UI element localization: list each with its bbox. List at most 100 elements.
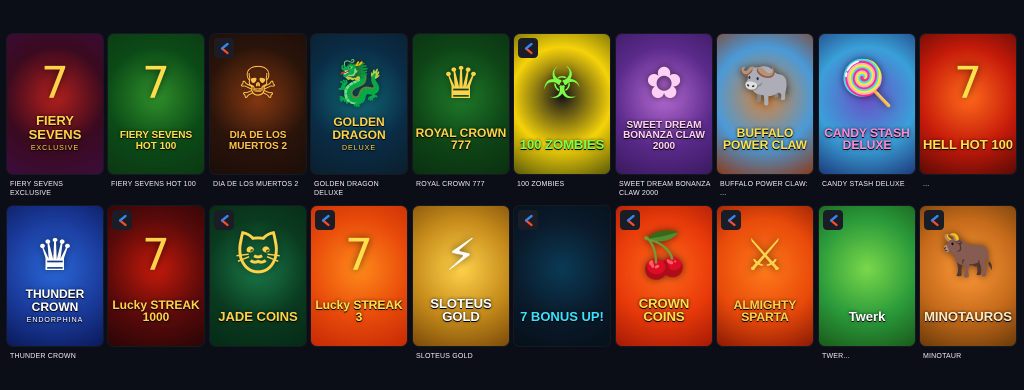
game-logo: THUNDER CROWN ENDORPHINA [9, 288, 101, 324]
game-art-icon: 🐃 [737, 58, 793, 109]
game-logo: MINOTAUROS [922, 310, 1014, 324]
game-art-icon: 7 [142, 230, 170, 281]
game-title[interactable]: FIERY SEVENS EXCLUSIVE [10, 180, 106, 198]
provider-logo-icon [823, 210, 843, 230]
game-title[interactable]: CANDY STASH DELUXE [822, 180, 918, 189]
game-logo: FIERY SEVENS EXCLUSIVE [9, 114, 101, 152]
provider-logo-icon [518, 38, 538, 58]
game-logo-subtitle: EXCLUSIVE [30, 144, 80, 152]
game-logo-text: 7 BONUS UP! [520, 309, 604, 325]
game-art-icon: 🍒 [636, 230, 692, 281]
game-tile[interactable]: 🍒 CROWN COINS [616, 206, 712, 346]
provider-logo-icon [620, 210, 640, 230]
game-logo: BUFFALO POWER CLAW [719, 127, 811, 152]
game-logo-text: THUNDER CROWN [25, 287, 85, 315]
provider-logo-icon [315, 210, 335, 230]
game-logo-text: JADE COINS [218, 309, 298, 325]
game-logo-text: Twerk [848, 309, 886, 325]
game-tile[interactable]: 7 Lucky STREAK 3 [311, 206, 407, 346]
game-logo-text: DIA DE LOS MUERTOS 2 [228, 130, 288, 152]
game-logo: Twerk [821, 310, 913, 324]
game-art-icon: 🍭 [839, 58, 895, 109]
game-logo-text: ALMIGHTY SPARTA [733, 297, 797, 325]
game-title[interactable]: GOLDEN DRAGON DELUXE [314, 180, 410, 198]
game-logo: Lucky STREAK 3 [313, 299, 405, 324]
game-tile[interactable]: ♛ THUNDER CROWN ENDORPHINA [7, 206, 103, 346]
game-logo: JADE COINS [212, 310, 304, 324]
game-tile[interactable]: 7 FIERY SEVENS HOT 100 [108, 34, 204, 174]
game-logo-text: 100 ZOMBIES [519, 137, 605, 153]
game-logo: 7 BONUS UP! [516, 310, 608, 324]
provider-logo-icon [214, 38, 234, 58]
game-logo: Lucky STREAK 1000 [110, 299, 202, 324]
game-logo: ROYAL CROWN 777 [415, 127, 507, 152]
game-art-icon: 7 [41, 58, 69, 109]
game-art-icon: ♛ [441, 58, 481, 109]
game-art-icon: ☣ [542, 58, 582, 109]
game-title[interactable]: DIA DE LOS MUERTOS 2 [213, 180, 309, 189]
game-tile[interactable]: ⚡ SLOTEUS GOLD [413, 206, 509, 346]
game-logo: GOLDEN DRAGON DELUXE [313, 116, 405, 152]
game-title[interactable]: THUNDER CROWN [10, 352, 106, 361]
game-title[interactable]: ... [923, 180, 1019, 189]
provider-logo-icon [924, 210, 944, 230]
game-art-icon: ✿ [645, 58, 683, 109]
game-art-icon: ☠ [238, 58, 278, 109]
game-logo: 100 ZOMBIES [516, 138, 608, 152]
game-logo-text: CROWN COINS [638, 295, 690, 325]
provider-logo-icon [112, 210, 132, 230]
game-title[interactable]: SLOTEUS GOLD [416, 352, 512, 361]
game-logo-text: SWEET DREAM BONANZA CLAW 2000 [623, 119, 705, 152]
game-title[interactable]: BUFFALO POWER CLAW: ... [720, 180, 816, 198]
game-logo-text: SLOTEUS GOLD [430, 295, 492, 325]
game-tile[interactable]: 7 FIERY SEVENS EXCLUSIVE [7, 34, 103, 174]
game-logo-subtitle: ENDORPHINA [26, 316, 84, 324]
game-logo-text: Lucky STREAK 1000 [112, 297, 200, 325]
game-title[interactable]: SWEET DREAM BONANZA CLAW 2000 [619, 180, 715, 198]
game-tile[interactable]: ☠ DIA DE LOS MUERTOS 2 [210, 34, 306, 174]
game-tile[interactable]: 7 HELL HOT 100 [920, 34, 1016, 174]
game-title[interactable]: FIERY SEVENS HOT 100 [111, 180, 207, 189]
game-art-icon: 🐂 [940, 230, 996, 281]
game-logo-text: GOLDEN DRAGON [332, 115, 386, 143]
game-tile[interactable]: 🐃 BUFFALO POWER CLAW [717, 34, 813, 174]
game-tile[interactable]: ✿ SWEET DREAM BONANZA CLAW 2000 [616, 34, 712, 174]
provider-logo-icon [214, 210, 234, 230]
game-logo: CROWN COINS [618, 295, 710, 325]
game-grid: 7 FIERY SEVENS EXCLUSIVE FIERY SEVENS EXCLU… [0, 0, 1024, 390]
game-logo: FIERY SEVENS HOT 100 [110, 130, 202, 152]
game-tile[interactable]: Twerk [819, 206, 915, 346]
game-logo-text: MINOTAUROS [924, 309, 1012, 325]
game-art-icon: 🐉 [331, 58, 387, 109]
game-title[interactable]: TWER... [822, 352, 918, 361]
game-art-icon: 🐱 [235, 230, 281, 281]
game-tile[interactable]: ☣ 100 ZOMBIES [514, 34, 610, 174]
game-tile[interactable]: 7 Lucky STREAK 1000 [108, 206, 204, 346]
game-logo-text: FIERY SEVENS HOT 100 [119, 130, 193, 152]
game-logo: SLOTEUS GOLD [415, 295, 507, 325]
game-tile[interactable]: 🍭 CANDY STASH DELUXE [819, 34, 915, 174]
game-logo-text: CANDY STASH DELUXE [824, 125, 910, 153]
game-tile[interactable]: 🐱 JADE COINS [210, 206, 306, 346]
provider-logo-icon [518, 210, 538, 230]
game-logo-text: BUFFALO POWER CLAW [723, 125, 807, 153]
game-logo: ALMIGHTY SPARTA [719, 299, 811, 324]
game-tile[interactable]: ⚔ ALMIGHTY SPARTA [717, 206, 813, 346]
provider-logo-icon [721, 210, 741, 230]
game-logo: CANDY STASH DELUXE [821, 127, 913, 152]
game-logo: SWEET DREAM BONANZA CLAW 2000 [618, 119, 710, 153]
game-art-icon: ⚔ [745, 230, 785, 281]
game-tile[interactable]: 🐂 MINOTAUROS [920, 206, 1016, 346]
game-tile[interactable]: 7 BONUS UP! [514, 206, 610, 346]
game-title[interactable]: ROYAL CROWN 777 [416, 180, 512, 189]
game-title[interactable]: 100 ZOMBIES [517, 180, 613, 189]
game-logo-text: Lucky STREAK 3 [315, 297, 403, 325]
game-tile[interactable]: 🐉 GOLDEN DRAGON DELUXE [311, 34, 407, 174]
game-tile[interactable]: ♛ ROYAL CROWN 777 [413, 34, 509, 174]
game-art-icon: ⚡ [445, 230, 477, 281]
game-logo-text: ROYAL CROWN 777 [415, 125, 507, 153]
game-title[interactable]: MINOTAUR [923, 352, 1019, 361]
game-art-icon: 7 [954, 58, 982, 109]
game-logo: HELL HOT 100 [922, 138, 1014, 152]
game-logo-text: FIERY SEVENS [28, 113, 82, 143]
